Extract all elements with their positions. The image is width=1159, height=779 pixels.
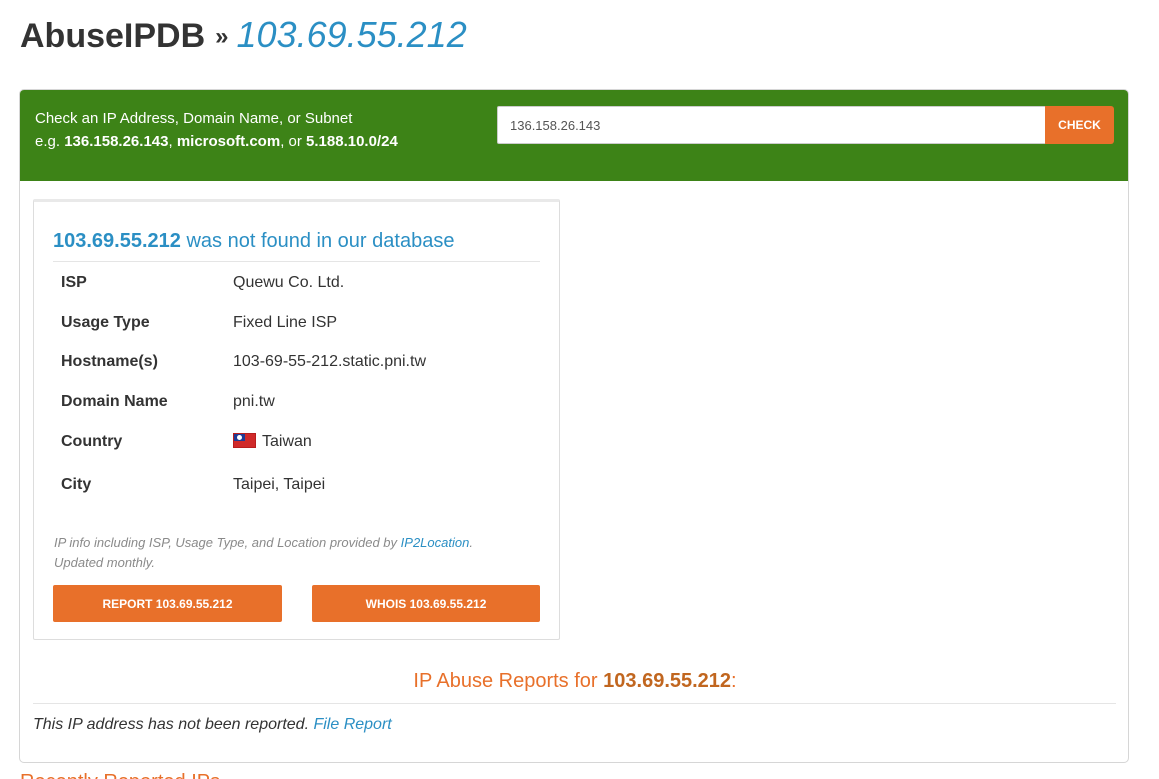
example-domain: microsoft.com [176,133,281,150]
ip2location-link[interactable]: IP2Location [401,535,470,550]
reports-heading-ip: 103.69.55.212 [603,670,732,692]
report-ip-button[interactable]: REPORT 103.69.55.212 [53,585,282,622]
ip-search-input[interactable] [497,106,1045,144]
info-label: City [61,476,92,493]
info-value: Quewu Co. Ltd. [233,274,345,291]
file-report-link[interactable]: File Report [313,716,391,733]
card-title-ip: 103.69.55.212 [53,230,181,252]
info-value: Taiwan [233,433,312,476]
page-header: AbuseIPDB » 103.69.55.212 [20,14,467,56]
taiwan-flag-icon [233,433,256,448]
brand-title[interactable]: AbuseIPDB [20,17,205,55]
not-reported-text: This IP address has not been reported. [33,716,310,733]
card-title-text: was not found in our database [186,230,455,252]
info-row-domain-name: Domain Name pni.tw [53,393,541,433]
info-label: Domain Name [61,393,168,410]
check-prompt-text: Check an IP Address, Domain Name, or Sub… [35,110,353,127]
not-reported-message: This IP address has not been reported. F… [33,716,392,734]
divider [33,703,1116,704]
note-prefix: IP info including ISP, Usage Type, and L… [54,535,398,550]
info-value: 103-69-55-212.static.pni.tw [233,353,426,370]
check-prompt: Check an IP Address, Domain Name, or Sub… [35,107,398,153]
info-label: Usage Type [61,314,150,331]
country-name: Taiwan [262,433,312,450]
reports-heading-prefix: IP Abuse Reports for [413,670,598,692]
example-ip: 136.158.26.143 [64,133,169,150]
main-panel: Check an IP Address, Domain Name, or Sub… [19,89,1129,763]
info-row-isp: ISP Quewu Co. Ltd. [53,274,541,314]
example-sep: , [168,133,173,150]
page-title-ip: 103.69.55.212 [236,14,467,55]
check-button[interactable]: CHECK [1045,106,1114,144]
abuse-reports-heading: IP Abuse Reports for 103.69.55.212: [20,670,1128,693]
info-row-city: City Taipei, Taipei [53,476,541,494]
breadcrumb-separator: » [215,23,229,50]
example-subnet: 5.188.10.0/24 [306,133,398,150]
example-prefix: e.g. [35,133,61,150]
reports-heading-suffix: : [731,670,737,692]
ip-info-card: 103.69.55.212 was not found in our datab… [33,199,560,640]
info-value: Fixed Line ISP [233,314,338,331]
info-label: Hostname(s) [61,353,158,370]
ip2location-note: IP info including ISP, Usage Type, and L… [54,533,514,573]
info-row-hostnames: Hostname(s) 103-69-55-212.static.pni.tw [53,353,541,393]
recently-reported-heading: Recently Reported IPs [20,771,220,779]
ip-info-table: ISP Quewu Co. Ltd. Usage Type Fixed Line… [53,274,541,494]
info-label: Country [61,433,123,450]
info-label: ISP [61,274,87,291]
info-row-country: Country Taiwan [53,433,541,476]
info-row-usage-type: Usage Type Fixed Line ISP [53,314,541,353]
info-value: pni.tw [233,393,275,410]
info-value: Taipei, Taipei [233,476,326,493]
card-title: 103.69.55.212 was not found in our datab… [53,230,454,253]
whois-button[interactable]: WHOIS 103.69.55.212 [312,585,540,622]
divider [53,261,540,262]
check-examples: e.g. 136.158.26.143, microsoft.com, or 5… [35,130,398,153]
example-sep: , or [280,133,302,150]
check-bar: Check an IP Address, Domain Name, or Sub… [20,90,1128,181]
check-form: CHECK [497,106,1114,144]
